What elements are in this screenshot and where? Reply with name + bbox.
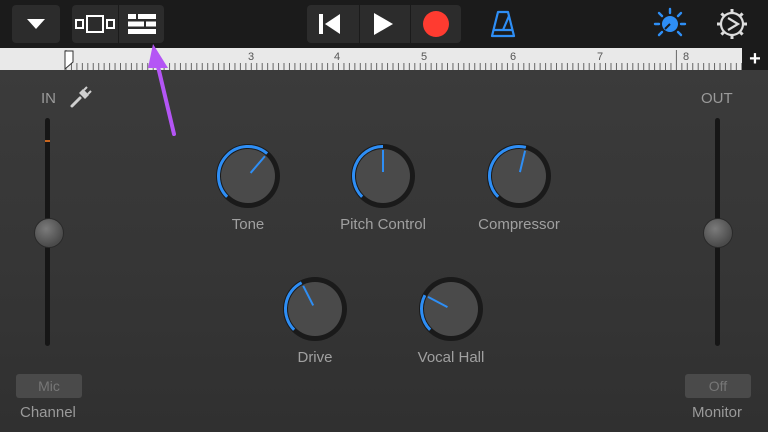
ruler-ticks	[65, 50, 742, 70]
vocal-hall-knob[interactable]	[417, 275, 485, 343]
metronome-button[interactable]	[486, 5, 520, 43]
compressor-knob-label: Compressor	[478, 216, 560, 233]
input-label: IN	[41, 90, 56, 107]
view-toggle-icon	[74, 15, 115, 33]
pitch-control-knob[interactable]	[349, 142, 417, 210]
input-level-slider-thumb[interactable]	[34, 218, 64, 248]
input-level-indicator	[45, 140, 50, 142]
tone-knob[interactable]	[214, 142, 282, 210]
ruler-marker: 3	[248, 51, 255, 63]
record-icon	[423, 11, 449, 37]
timeline-ruler[interactable]: 3 4 5 6 7 8 +	[0, 48, 768, 70]
add-section-button[interactable]: +	[742, 48, 768, 70]
monitor-label: Monitor	[692, 404, 743, 421]
rewind-icon	[318, 14, 340, 34]
tracks-view-icon	[127, 14, 156, 34]
ruler-marker: 6	[510, 51, 517, 63]
compressor-knob[interactable]	[485, 142, 553, 210]
rewind-button[interactable]	[307, 5, 352, 43]
channel-label: Channel	[20, 404, 76, 421]
input-jack-icon[interactable]	[68, 86, 92, 110]
dropdown-arrow-icon	[27, 19, 45, 29]
settings-button[interactable]	[712, 5, 752, 43]
knob-face	[288, 282, 342, 336]
annotation-arrow-icon	[148, 44, 176, 136]
instrument-view-button[interactable]	[72, 5, 117, 43]
settings-icon	[717, 9, 747, 39]
audio-recorder-panel: IN Mic Channel OUT Off Monitor Tone Pitc…	[0, 70, 768, 432]
browser-menu-button[interactable]	[12, 5, 60, 43]
output-level-slider-thumb[interactable]	[703, 218, 733, 248]
play-icon	[374, 13, 393, 35]
knob-face	[424, 282, 478, 336]
ruler-marker: 7	[597, 51, 604, 63]
ruler-marker: 5	[421, 51, 428, 63]
pitch-control-knob-label: Pitch Control	[340, 216, 426, 233]
knob-face	[221, 149, 275, 203]
playhead-icon[interactable]	[64, 50, 74, 70]
mic-button[interactable]: Mic	[16, 374, 82, 398]
master-volume-icon	[653, 7, 687, 37]
top-toolbar	[0, 0, 768, 48]
vocal-hall-knob-label: Vocal Hall	[417, 349, 485, 366]
ruler-marker: 4	[334, 51, 341, 63]
play-button[interactable]	[360, 5, 406, 43]
tone-knob-label: Tone	[231, 216, 265, 233]
drive-knob-label: Drive	[297, 349, 333, 366]
master-volume-button[interactable]	[650, 5, 690, 43]
monitor-off-button[interactable]: Off	[685, 374, 751, 398]
garageband-audio-recorder: 3 4 5 6 7 8 + IN Mic Channel OUT Off Mon…	[0, 0, 768, 432]
ruler-marker: 8	[683, 51, 690, 63]
knob-face	[492, 149, 546, 203]
record-button[interactable]	[411, 5, 461, 43]
drive-knob[interactable]	[281, 275, 349, 343]
metronome-icon	[490, 10, 516, 38]
output-label: OUT	[701, 90, 733, 107]
